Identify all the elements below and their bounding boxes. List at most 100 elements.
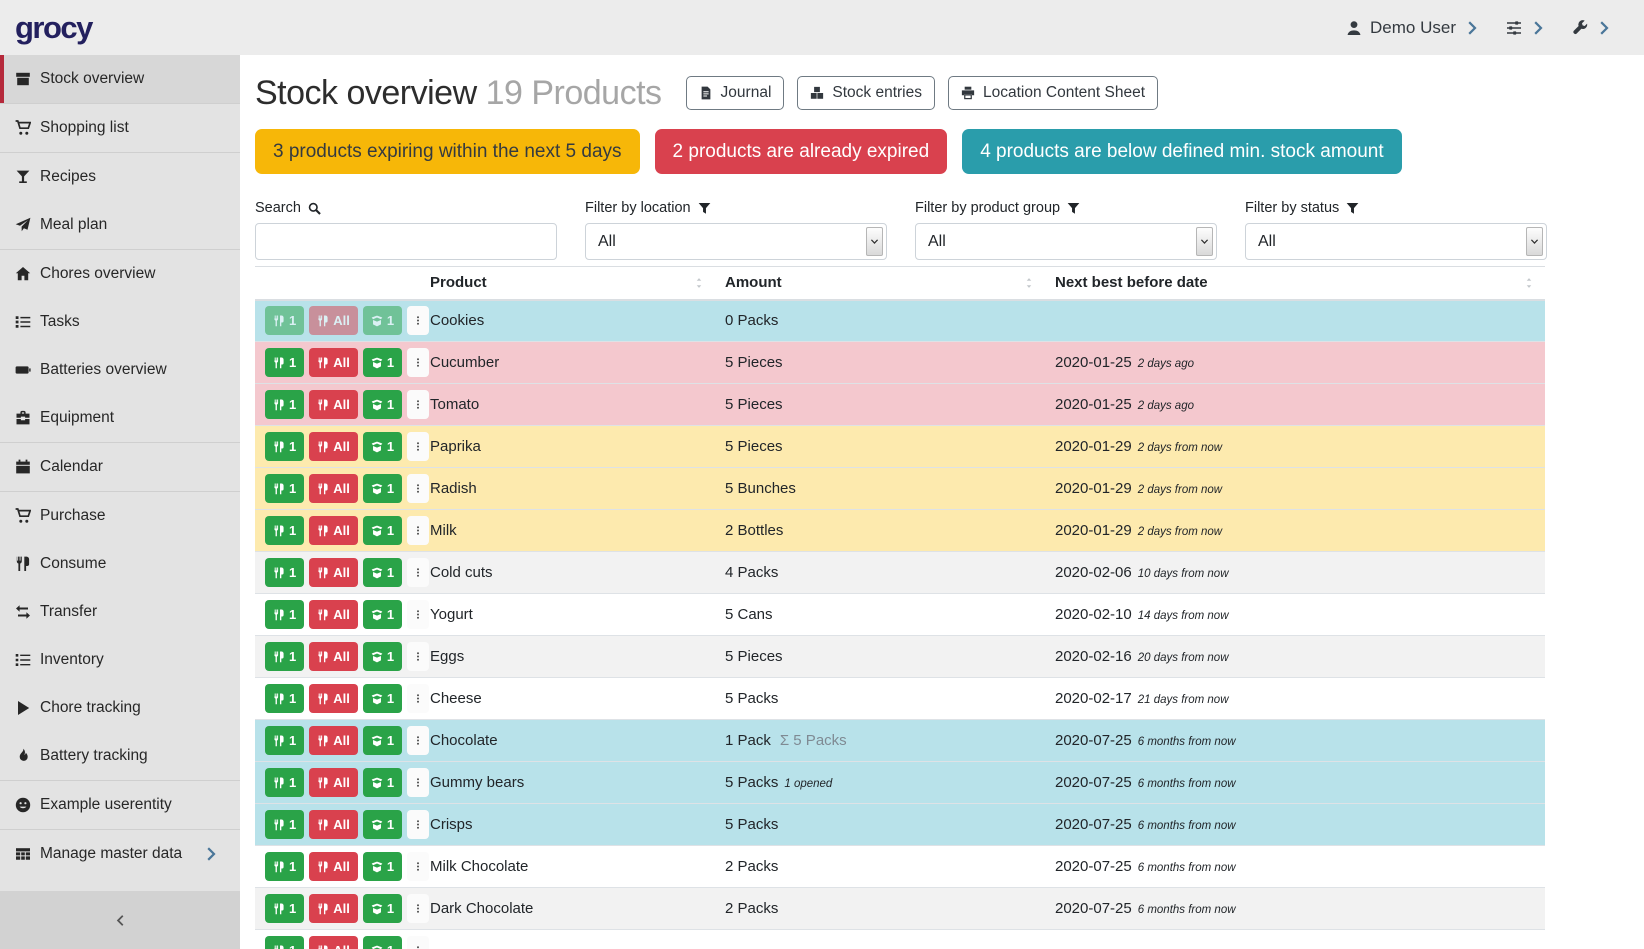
product-column-header[interactable]: Product bbox=[420, 267, 715, 300]
open-one-button[interactable]: 1 bbox=[363, 936, 402, 949]
open-one-button[interactable]: 1 bbox=[363, 516, 402, 545]
open-one-button[interactable]: 1 bbox=[363, 852, 402, 881]
row-menu-button[interactable] bbox=[407, 516, 429, 545]
open-one-button[interactable]: 1 bbox=[363, 642, 402, 671]
sort-icon[interactable] bbox=[693, 277, 705, 289]
row-menu-button[interactable] bbox=[407, 348, 429, 377]
sidebar-item-transfer[interactable]: Transfer bbox=[0, 588, 240, 636]
consume-all-button[interactable]: All bbox=[309, 894, 358, 923]
amount-column-header[interactable]: Amount bbox=[715, 267, 1045, 300]
sidebar-item-example-userentity[interactable]: Example userentity bbox=[0, 781, 240, 829]
open-one-button[interactable]: 1 bbox=[363, 306, 402, 335]
sidebar-item-meal-plan[interactable]: Meal plan bbox=[0, 201, 240, 249]
consume-all-button[interactable]: All bbox=[309, 726, 358, 755]
open-one-button[interactable]: 1 bbox=[363, 348, 402, 377]
consume-one-button[interactable]: 1 bbox=[265, 810, 304, 839]
consume-all-button[interactable]: All bbox=[309, 642, 358, 671]
open-one-button[interactable]: 1 bbox=[363, 894, 402, 923]
location-content-sheet-button[interactable]: Location Content Sheet bbox=[948, 76, 1158, 110]
consume-one-button[interactable]: 1 bbox=[265, 642, 304, 671]
sidebar-item-stock-overview[interactable]: Stock overview bbox=[0, 55, 240, 103]
sidebar-item-shopping-list[interactable]: Shopping list bbox=[0, 104, 240, 152]
filter-by-status-select[interactable]: All bbox=[1245, 223, 1547, 260]
row-menu-button[interactable] bbox=[407, 810, 429, 839]
sidebar-item-calendar[interactable]: Calendar bbox=[0, 443, 240, 491]
consume-all-button[interactable]: All bbox=[309, 558, 358, 587]
row-menu-button[interactable] bbox=[407, 432, 429, 461]
consume-all-button[interactable]: All bbox=[309, 348, 358, 377]
alert-danger[interactable]: 2 products are already expired bbox=[655, 129, 948, 174]
sort-icon[interactable] bbox=[1023, 277, 1035, 289]
consume-all-button[interactable]: All bbox=[309, 852, 358, 881]
sidebar-item-battery-tracking[interactable]: Battery tracking bbox=[0, 732, 240, 780]
consume-one-button[interactable]: 1 bbox=[265, 390, 304, 419]
consume-one-button[interactable]: 1 bbox=[265, 306, 304, 335]
filter-by-location-select[interactable]: All bbox=[585, 223, 887, 260]
consume-all-button[interactable]: All bbox=[309, 516, 358, 545]
consume-all-button[interactable]: All bbox=[309, 390, 358, 419]
open-one-button[interactable]: 1 bbox=[363, 390, 402, 419]
sort-icon[interactable] bbox=[1523, 277, 1535, 289]
journal-button[interactable]: Journal bbox=[686, 76, 785, 110]
sidebar-item-inventory[interactable]: Inventory bbox=[0, 636, 240, 684]
consume-one-button[interactable]: 1 bbox=[265, 600, 304, 629]
row-menu-button[interactable] bbox=[407, 306, 429, 335]
search-input[interactable] bbox=[255, 223, 557, 260]
open-one-button[interactable]: 1 bbox=[363, 726, 402, 755]
sidebar-item-tasks[interactable]: Tasks bbox=[0, 298, 240, 346]
date-column-header[interactable]: Next best before date bbox=[1045, 267, 1545, 300]
sidebar-item-purchase[interactable]: Purchase bbox=[0, 492, 240, 540]
filter-by-product-group-select[interactable]: All bbox=[915, 223, 1217, 260]
consume-one-button[interactable]: 1 bbox=[265, 768, 304, 797]
row-menu-button[interactable] bbox=[407, 768, 429, 797]
grocy-logo[interactable]: grocy bbox=[15, 10, 92, 46]
user-menu[interactable]: Demo User bbox=[1346, 18, 1480, 38]
consume-all-button[interactable]: All bbox=[309, 600, 358, 629]
row-menu-button[interactable] bbox=[407, 558, 429, 587]
consume-one-button[interactable]: 1 bbox=[265, 558, 304, 587]
sidebar-item-batteries-overview[interactable]: Batteries overview bbox=[0, 346, 240, 394]
row-menu-button[interactable] bbox=[407, 894, 429, 923]
open-one-button[interactable]: 1 bbox=[363, 432, 402, 461]
sidebar-item-recipes[interactable]: Recipes bbox=[0, 153, 240, 201]
consume-one-button[interactable]: 1 bbox=[265, 684, 304, 713]
row-menu-button[interactable] bbox=[407, 726, 429, 755]
consume-one-button[interactable]: 1 bbox=[265, 894, 304, 923]
row-menu-button[interactable] bbox=[407, 684, 429, 713]
consume-all-button[interactable]: All bbox=[309, 810, 358, 839]
consume-all-button[interactable]: All bbox=[309, 684, 358, 713]
consume-all-button[interactable]: All bbox=[309, 936, 358, 949]
open-one-button[interactable]: 1 bbox=[363, 684, 402, 713]
sidebar-item-chores-overview[interactable]: Chores overview bbox=[0, 250, 240, 298]
sidebar-item-chore-tracking[interactable]: Chore tracking bbox=[0, 684, 240, 732]
alert-warning[interactable]: 3 products expiring within the next 5 da… bbox=[255, 129, 640, 174]
consume-one-button[interactable]: 1 bbox=[265, 516, 304, 545]
row-menu-button[interactable] bbox=[407, 390, 429, 419]
consume-all-button[interactable]: All bbox=[309, 306, 358, 335]
consume-all-button[interactable]: All bbox=[309, 768, 358, 797]
row-menu-button[interactable] bbox=[407, 642, 429, 671]
consume-one-button[interactable]: 1 bbox=[265, 432, 304, 461]
open-one-button[interactable]: 1 bbox=[363, 558, 402, 587]
consume-one-button[interactable]: 1 bbox=[265, 348, 304, 377]
consume-all-button[interactable]: All bbox=[309, 474, 358, 503]
sidebar-collapse-button[interactable] bbox=[0, 891, 240, 949]
admin-menu[interactable] bbox=[1572, 20, 1612, 36]
consume-all-button[interactable]: All bbox=[309, 432, 358, 461]
open-one-button[interactable]: 1 bbox=[363, 474, 402, 503]
row-menu-button[interactable] bbox=[407, 600, 429, 629]
stock-entries-button[interactable]: Stock entries bbox=[797, 76, 935, 110]
consume-one-button[interactable]: 1 bbox=[265, 852, 304, 881]
sidebar-item-consume[interactable]: Consume bbox=[0, 540, 240, 588]
sidebar-item-manage-master-data[interactable]: Manage master data bbox=[0, 830, 240, 878]
row-menu-button[interactable] bbox=[407, 852, 429, 881]
settings-menu[interactable] bbox=[1506, 20, 1546, 36]
sidebar-item-equipment[interactable]: Equipment bbox=[0, 394, 240, 442]
consume-one-button[interactable]: 1 bbox=[265, 936, 304, 949]
open-one-button[interactable]: 1 bbox=[363, 810, 402, 839]
consume-one-button[interactable]: 1 bbox=[265, 726, 304, 755]
row-menu-button[interactable] bbox=[407, 936, 429, 949]
alert-info[interactable]: 4 products are below defined min. stock … bbox=[962, 129, 1401, 174]
open-one-button[interactable]: 1 bbox=[363, 600, 402, 629]
row-menu-button[interactable] bbox=[407, 474, 429, 503]
